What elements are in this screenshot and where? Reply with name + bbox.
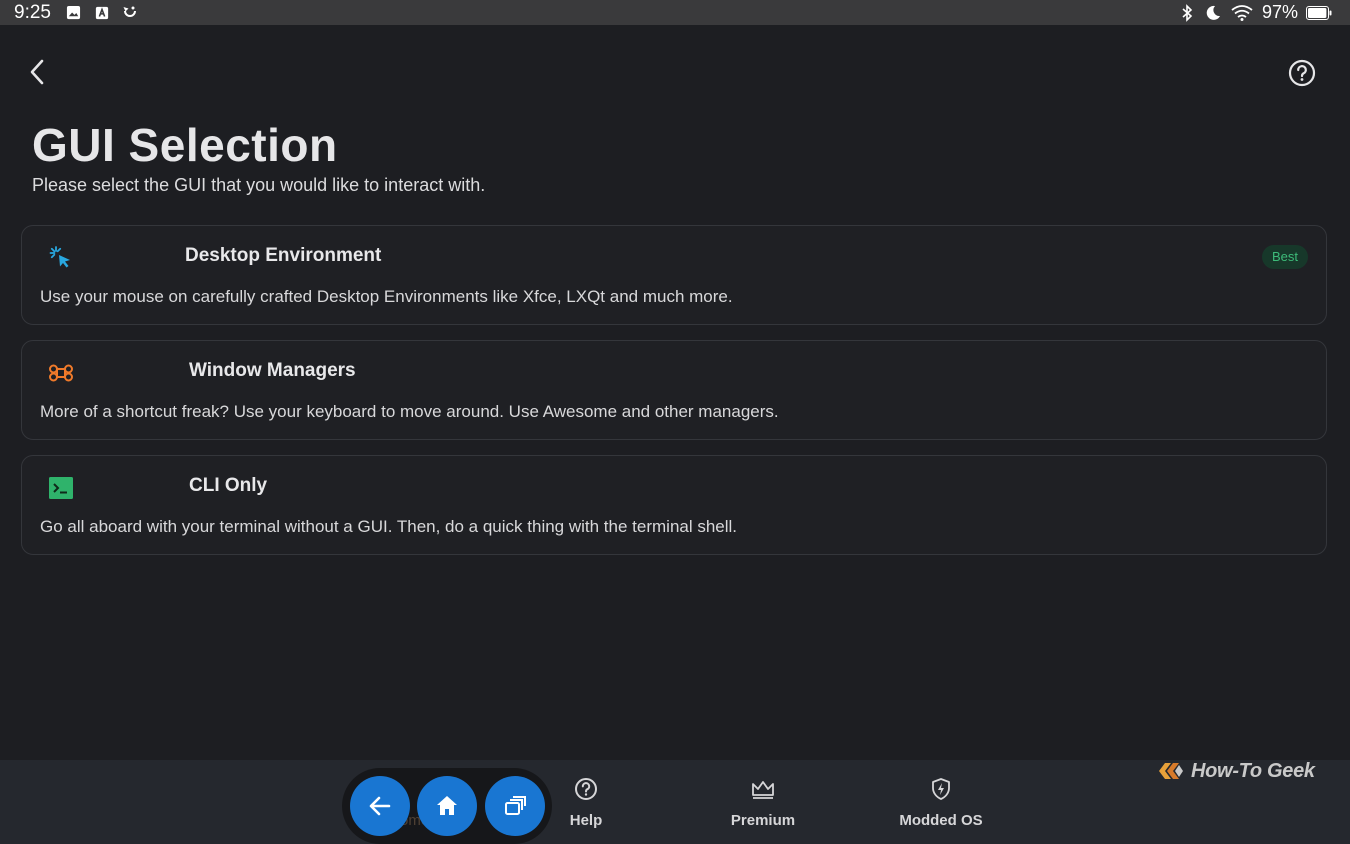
best-badge: Best xyxy=(1261,245,1308,269)
floating-home-button[interactable] xyxy=(417,776,477,836)
floating-back-button[interactable] xyxy=(350,776,410,836)
help-circle-icon xyxy=(573,776,599,802)
option-window-managers[interactable]: Window Managers More of a shortcut freak… xyxy=(21,340,1327,440)
option-description: Use your mouse on carefully crafted Desk… xyxy=(40,287,733,306)
wifi-icon xyxy=(1230,4,1254,22)
help-button[interactable] xyxy=(1286,57,1318,89)
htg-logo-icon xyxy=(1159,763,1183,779)
command-key-icon xyxy=(48,360,74,386)
how-to-geek-watermark: How-To Geek xyxy=(1157,758,1315,784)
bottom-nav: Help Premium Modded OS xyxy=(0,760,1350,844)
battery-icon xyxy=(1306,4,1332,22)
clock: 9:25 xyxy=(14,1,51,23)
recent-apps-icon xyxy=(505,796,526,815)
moon-icon xyxy=(1204,4,1222,22)
cursor-click-icon xyxy=(48,245,74,271)
home-icon xyxy=(437,796,457,815)
option-cli-only[interactable]: CLI Only Go all aboard with your termina… xyxy=(21,455,1327,555)
bluetooth-icon xyxy=(1178,3,1196,22)
arrow-left-icon xyxy=(369,796,391,816)
nav-item-modded-os[interactable]: Modded OS xyxy=(886,776,996,836)
option-title: CLI Only xyxy=(189,475,268,496)
option-description: More of a shortcut freak? Use your keybo… xyxy=(40,402,779,421)
sync-icon xyxy=(121,4,139,22)
image-icon xyxy=(65,4,83,22)
nav-label: Premium xyxy=(730,812,796,829)
nav-label: Modded OS xyxy=(899,812,983,829)
shield-bolt-icon xyxy=(928,776,954,802)
page-subtitle: Please select the GUI that you would lik… xyxy=(32,175,486,195)
back-button[interactable] xyxy=(22,57,52,87)
chevron-left-icon xyxy=(30,59,44,85)
watermark-text: How-To Geek xyxy=(1191,759,1315,782)
help-circle-icon xyxy=(1288,59,1316,87)
nav-item-premium[interactable]: Premium xyxy=(708,776,818,836)
terminal-icon xyxy=(48,475,74,501)
crown-icon xyxy=(750,776,776,802)
nav-label: Help xyxy=(569,812,603,829)
option-title: Desktop Environment xyxy=(185,245,382,266)
status-bar: 9:25 97% xyxy=(0,0,1350,25)
a-icon xyxy=(93,4,111,22)
option-desktop-environment[interactable]: Desktop Environment Best Use your mouse … xyxy=(21,225,1327,325)
battery-percent: 97% xyxy=(1261,2,1298,22)
option-description: Go all aboard with your terminal without… xyxy=(40,517,738,536)
option-title: Window Managers xyxy=(189,360,356,381)
floating-recent-apps-button[interactable] xyxy=(485,776,545,836)
page-title: GUI Selection xyxy=(32,119,338,171)
